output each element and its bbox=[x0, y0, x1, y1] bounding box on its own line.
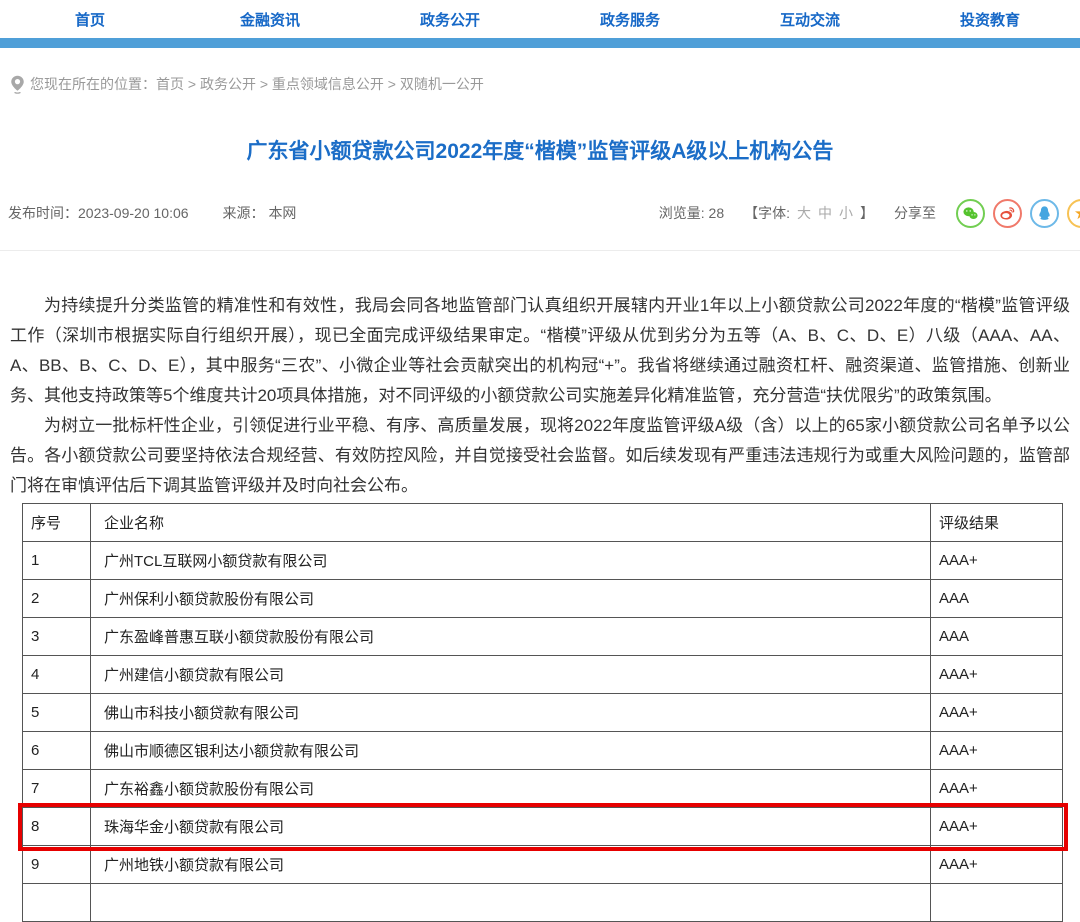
table-row: 6佛山市顺德区银利达小额贷款有限公司AAA+ bbox=[23, 732, 1063, 770]
paragraph-2: 为树立一批标杆性企业，引领促进行业平稳、有序、高质量发展，现将2022年度监管评… bbox=[10, 411, 1070, 501]
company-name: 佛山市顺德区银利达小额贷款有限公司 bbox=[91, 732, 931, 770]
rating: AAA+ bbox=[931, 808, 1063, 846]
share-bar: ★ bbox=[956, 199, 1080, 228]
font-size-label-close: 】 bbox=[860, 203, 874, 223]
rating: AAA+ bbox=[931, 694, 1063, 732]
company-name: 广州地铁小额贷款有限公司 bbox=[91, 846, 931, 884]
share-weibo-icon[interactable] bbox=[993, 199, 1022, 228]
empty-cell bbox=[91, 884, 931, 922]
rating: AAA+ bbox=[931, 846, 1063, 884]
rating: AAA bbox=[931, 618, 1063, 656]
nav-item-4[interactable]: 政务服务 bbox=[540, 9, 720, 30]
source: 来源： 本网 bbox=[223, 203, 297, 223]
view-count-label: 浏览量: bbox=[659, 205, 705, 221]
row-no: 3 bbox=[23, 618, 91, 656]
company-name: 广州保利小额贷款股份有限公司 bbox=[91, 580, 931, 618]
table-header-cell: 序号 bbox=[23, 504, 91, 542]
row-no: 2 bbox=[23, 580, 91, 618]
empty-cell bbox=[931, 884, 1063, 922]
row-no: 1 bbox=[23, 542, 91, 580]
empty-cell bbox=[23, 884, 91, 922]
meta-right: 浏览量: 28 【字体: 大 中 小 】 分享至 bbox=[659, 199, 1080, 228]
nav-item-3[interactable]: 政务公开 bbox=[360, 9, 540, 30]
row-no: 8 bbox=[23, 808, 91, 846]
nav-item-1[interactable]: 首页 bbox=[0, 9, 180, 30]
row-no: 7 bbox=[23, 770, 91, 808]
table-row: 4广州建信小额贷款有限公司AAA+ bbox=[23, 656, 1063, 694]
source-label: 来源： bbox=[223, 205, 265, 221]
table-row-partial bbox=[23, 884, 1063, 922]
font-size-medium[interactable]: 中 bbox=[818, 203, 832, 223]
page-title: 广东省小额贷款公司2022年度“楷模”监管评级A级以上机构公告 bbox=[0, 138, 1080, 166]
row-no: 5 bbox=[23, 694, 91, 732]
table-header-row: 序号企业名称评级结果 bbox=[23, 504, 1063, 542]
source-value: 本网 bbox=[268, 205, 296, 221]
meta-left: 发布时间：2023-09-20 10:06 来源： 本网 bbox=[8, 203, 296, 223]
font-size-large[interactable]: 大 bbox=[797, 203, 811, 223]
rating: AAA+ bbox=[931, 770, 1063, 808]
table-row: 2广州保利小额贷款股份有限公司AAA bbox=[23, 580, 1063, 618]
company-name: 佛山市科技小额贷款有限公司 bbox=[91, 694, 931, 732]
publish-time-label: 发布时间： bbox=[8, 205, 78, 221]
nav-item-6[interactable]: 投资教育 bbox=[900, 9, 1080, 30]
company-name: 珠海华金小额贷款有限公司 bbox=[91, 808, 931, 846]
company-name: 广州建信小额贷款有限公司 bbox=[91, 656, 931, 694]
table-header-cell: 企业名称 bbox=[91, 504, 931, 542]
table-row: 5佛山市科技小额贷款有限公司AAA+ bbox=[23, 694, 1063, 732]
nav-item-5[interactable]: 互动交流 bbox=[720, 9, 900, 30]
publish-time: 发布时间：2023-09-20 10:06 bbox=[8, 203, 189, 223]
table-row: 3广东盈峰普惠互联小额贷款股份有限公司AAA bbox=[23, 618, 1063, 656]
article-body: 为持续提升分类监管的精准性和有效性，我局会同各地监管部门认真组织开展辖内开业1年… bbox=[10, 291, 1070, 501]
rating: AAA+ bbox=[931, 542, 1063, 580]
rating: AAA+ bbox=[931, 732, 1063, 770]
table-row: 9广州地铁小额贷款有限公司AAA+ bbox=[23, 846, 1063, 884]
share-qq-icon[interactable] bbox=[1030, 199, 1059, 228]
meta-divider bbox=[0, 250, 1080, 251]
location-pin-icon bbox=[10, 75, 25, 94]
rating-table: 序号企业名称评级结果 1广州TCL互联网小额贷款有限公司AAA+2广州保利小额贷… bbox=[22, 503, 1063, 922]
nav-item-2[interactable]: 金融资讯 bbox=[180, 9, 360, 30]
company-name: 广东盈峰普惠互联小额贷款股份有限公司 bbox=[91, 618, 931, 656]
main-nav-list: 首页金融资讯政务公开政务服务互动交流投资教育 bbox=[0, 0, 1080, 38]
table-header-cell: 评级结果 bbox=[931, 504, 1063, 542]
rating: AAA bbox=[931, 580, 1063, 618]
row-no: 6 bbox=[23, 732, 91, 770]
publish-time-value: 2023-09-20 10:06 bbox=[78, 205, 189, 221]
row-no: 4 bbox=[23, 656, 91, 694]
share-wechat-icon[interactable] bbox=[956, 199, 985, 228]
row-no: 9 bbox=[23, 846, 91, 884]
font-size-label-open: 【字体: bbox=[744, 203, 790, 223]
table-row-highlighted: 8珠海华金小额贷款有限公司AAA+ bbox=[23, 808, 1063, 846]
nav-stripe bbox=[0, 38, 1080, 48]
paragraph-1: 为持续提升分类监管的精准性和有效性，我局会同各地监管部门认真组织开展辖内开业1年… bbox=[10, 291, 1070, 411]
top-nav: 首页金融资讯政务公开政务服务互动交流投资教育 bbox=[0, 0, 1080, 38]
meta-row: 发布时间：2023-09-20 10:06 来源： 本网 浏览量: 28 【字体… bbox=[0, 198, 1080, 228]
table-row: 7广东裕鑫小额贷款股份有限公司AAA+ bbox=[23, 770, 1063, 808]
table-body: 1广州TCL互联网小额贷款有限公司AAA+2广州保利小额贷款股份有限公司AAA3… bbox=[23, 542, 1063, 922]
view-count: 浏览量: 28 bbox=[659, 203, 724, 223]
company-name: 广州TCL互联网小额贷款有限公司 bbox=[91, 542, 931, 580]
breadcrumb-text[interactable]: 您现在所在的位置：首页 > 政务公开 > 重点领域信息公开 > 双随机一公开 bbox=[30, 74, 484, 94]
view-count-value: 28 bbox=[709, 205, 725, 221]
table-row: 1广州TCL互联网小额贷款有限公司AAA+ bbox=[23, 542, 1063, 580]
rating: AAA+ bbox=[931, 656, 1063, 694]
share-qzone-star-icon[interactable]: ★ bbox=[1067, 199, 1080, 228]
breadcrumb: 您现在所在的位置：首页 > 政务公开 > 重点领域信息公开 > 双随机一公开 bbox=[10, 74, 1080, 94]
font-size-control: 【字体: 大 中 小 】 bbox=[744, 203, 874, 223]
font-size-small[interactable]: 小 bbox=[839, 203, 853, 223]
share-label: 分享至 bbox=[894, 203, 936, 223]
company-name: 广东裕鑫小额贷款股份有限公司 bbox=[91, 770, 931, 808]
